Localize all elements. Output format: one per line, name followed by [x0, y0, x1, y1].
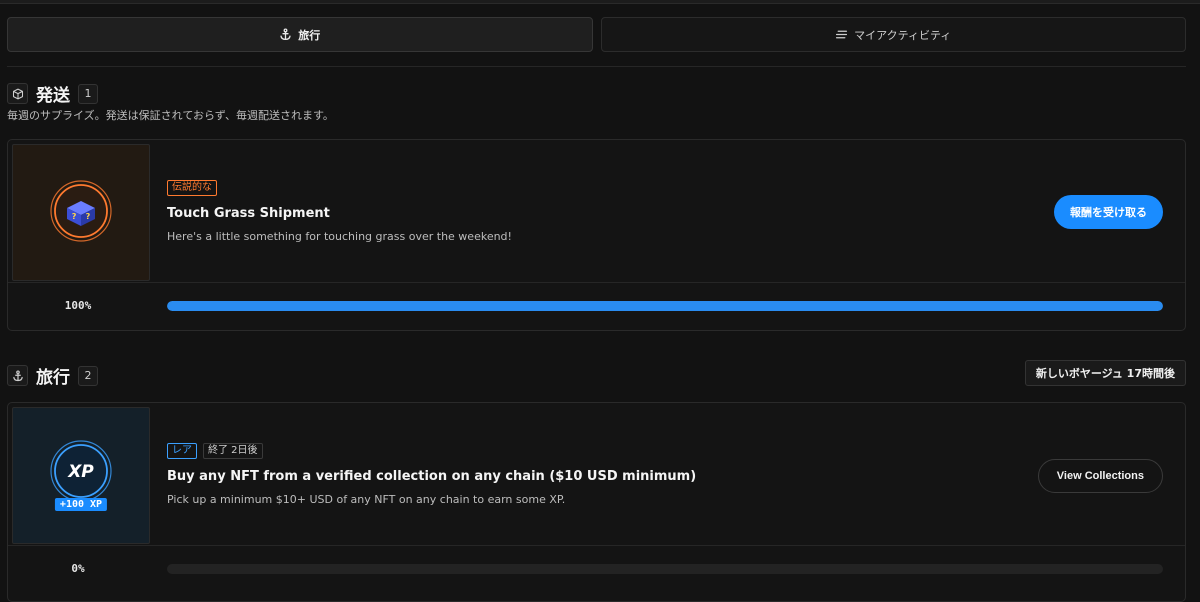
- voyage-title: Buy any NFT from a verified collection o…: [167, 469, 697, 484]
- shipment-description: Here's a little something for touching g…: [167, 230, 512, 243]
- voyages-count: 2: [78, 365, 98, 386]
- mystery-crate-icon: ? ?: [49, 179, 113, 247]
- shipments-description: 毎週のサプライズ。発送は保証されておらず、毎週配送されます。: [7, 109, 334, 122]
- ends-badge: 終了 2日後: [203, 443, 263, 459]
- shipments-header: 発送 1: [7, 81, 98, 106]
- svg-text:?: ?: [72, 212, 77, 221]
- shipment-progress: 100%: [8, 283, 1185, 329]
- anchor-icon: [7, 365, 28, 386]
- shipment-thumbnail: ? ?: [12, 144, 150, 281]
- tab-my-activity-label: マイアクティビティ: [854, 28, 952, 42]
- progress-percent: 100%: [64, 299, 92, 312]
- xp-logo-text: XP: [67, 462, 94, 482]
- rarity-badge: レア: [167, 443, 197, 459]
- shipments-count: 1: [78, 83, 98, 104]
- voyages-title: 旅行: [36, 368, 70, 388]
- view-collections-button[interactable]: View Collections: [1037, 459, 1163, 493]
- rarity-badge: 伝説的な: [167, 180, 217, 196]
- voyage-progress: 0%: [8, 546, 1185, 592]
- progress-track: [167, 564, 1163, 574]
- xp-token-icon: XP +100 XP: [49, 439, 113, 513]
- voyage-card: XP +100 XP レア 終了 2日後 Buy any NFT from a …: [7, 402, 1186, 602]
- tab-bar: 旅行 マイアクティビティ: [7, 17, 1186, 52]
- claim-reward-button[interactable]: 報酬を受け取る: [1054, 195, 1163, 229]
- progress-track: [167, 301, 1163, 311]
- tab-my-activity[interactable]: マイアクティビティ: [600, 17, 1186, 52]
- progress-fill: [167, 301, 1163, 311]
- new-voyage-timer[interactable]: 新しいボヤージュ 17時間後: [1024, 360, 1186, 386]
- voyage-description: Pick up a minimum $10+ USD of any NFT on…: [167, 493, 566, 506]
- anchor-icon: [280, 28, 291, 41]
- svg-text:?: ?: [86, 212, 91, 221]
- divider: [7, 66, 1186, 67]
- voyage-thumbnail: XP +100 XP: [12, 407, 150, 544]
- list-icon: [836, 30, 848, 39]
- progress-percent: 0%: [71, 562, 85, 575]
- tab-voyages-label: 旅行: [298, 28, 321, 42]
- shipment-title: Touch Grass Shipment: [167, 206, 330, 221]
- top-edge: [0, 0, 1200, 4]
- voyages-header: 旅行 2: [7, 363, 98, 388]
- shipments-title: 発送: [36, 86, 70, 106]
- box-icon: [7, 83, 28, 104]
- shipment-card: ? ? 伝説的な Touch Grass Shipment Here's a l…: [7, 139, 1186, 331]
- xp-reward-badge: +100 XP: [54, 497, 108, 511]
- tab-voyages[interactable]: 旅行: [7, 17, 593, 52]
